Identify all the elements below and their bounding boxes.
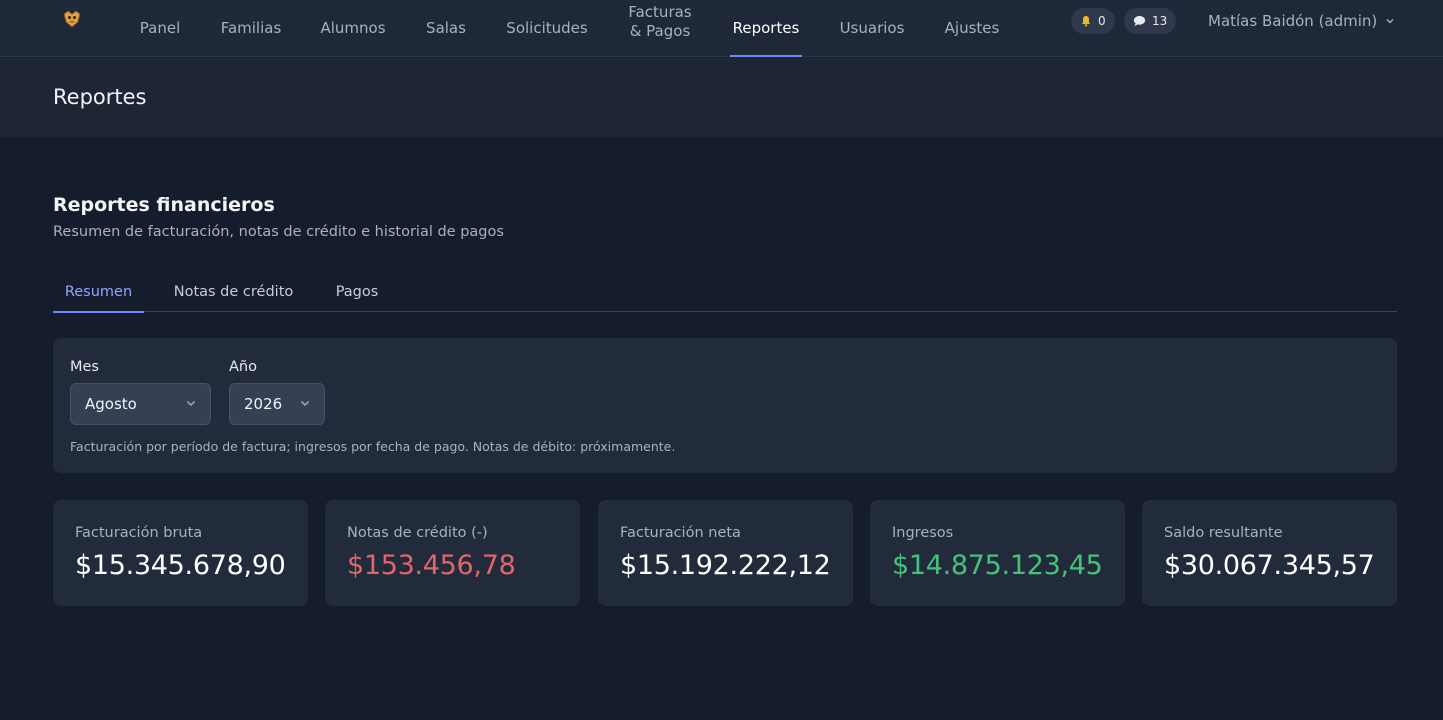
month-select[interactable]: Agosto — [70, 383, 211, 425]
stat-card-value: $14.875.123,45 — [892, 550, 1103, 581]
nav-item-familias[interactable]: Familias — [212, 0, 290, 57]
stat-card-notas-de-credito: Notas de crédito (-) $153.456,78 — [325, 500, 580, 606]
nav-item-label: Ajustes — [944, 19, 1000, 37]
nav-item-solicitudes[interactable]: Solicitudes — [497, 0, 597, 57]
stat-card-ingresos: Ingresos $14.875.123,45 — [870, 500, 1125, 606]
nav-item-panel[interactable]: Panel — [130, 0, 190, 57]
year-select[interactable]: 2026 — [229, 383, 325, 425]
stat-card-value: $15.345.678,90 — [75, 550, 286, 581]
stat-card-facturacion-neta: Facturación neta $15.192.222,12 — [598, 500, 853, 606]
stat-card-value: $30.067.345,57 — [1164, 550, 1375, 581]
chevron-down-icon — [299, 395, 311, 413]
nav-item-reportes[interactable]: Reportes — [730, 0, 802, 57]
tab-pagos[interactable]: Pagos — [325, 272, 389, 312]
tab-label: Resumen — [64, 284, 133, 300]
nav-item-label: Familias — [220, 19, 282, 37]
report-tabs: Resumen Notas de crédito Pagos — [53, 272, 1397, 313]
section-subtitle: Resumen de facturación, notas de crédito… — [53, 224, 504, 240]
nav-item-label: Reportes — [732, 19, 800, 37]
stat-card-label: Ingresos — [892, 525, 954, 541]
chat-bubble-icon — [1133, 15, 1146, 27]
nav-item-ajustes[interactable]: Ajustes — [935, 0, 1009, 57]
stat-card-facturacion-bruta: Facturación bruta $15.345.678,90 — [53, 500, 308, 606]
nav-item-label-line2: & Pagos — [629, 21, 691, 40]
tab-resumen[interactable]: Resumen — [53, 272, 144, 313]
nav-item-label: Salas — [426, 19, 466, 37]
nav-item-salas[interactable]: Salas — [418, 0, 474, 57]
app-logo-icon[interactable] — [60, 8, 84, 32]
messages-count: 13 — [1152, 14, 1168, 28]
nav-item-label: Panel — [139, 19, 181, 37]
nav-item-facturas-pagos[interactable]: Facturas & Pagos — [620, 0, 700, 57]
messages-button[interactable]: 13 — [1124, 8, 1177, 34]
stat-card-value: $153.456,78 — [347, 550, 516, 581]
user-name: Matías Baidón (admin) — [1208, 12, 1378, 30]
month-label: Mes — [70, 359, 99, 375]
notifications-button[interactable]: 0 — [1071, 8, 1115, 34]
notifications-count: 0 — [1098, 14, 1106, 28]
tab-notas-de-credito[interactable]: Notas de crédito — [163, 272, 304, 312]
nav-item-label: Alumnos — [320, 19, 386, 37]
page-title: Reportes — [53, 85, 147, 109]
nav-item-usuarios[interactable]: Usuarios — [832, 0, 912, 57]
top-navbar: Panel Familias Alumnos Salas Solicitudes… — [0, 0, 1443, 57]
stat-card-label: Notas de crédito (-) — [347, 525, 488, 541]
year-select-value: 2026 — [244, 395, 283, 413]
filter-panel: Mes Agosto Año 2026 Facturación por perí… — [53, 338, 1397, 473]
stat-card-value: $15.192.222,12 — [620, 550, 831, 581]
nav-item-label-line1: Facturas — [628, 2, 692, 21]
year-label: Año — [229, 359, 257, 375]
bell-icon — [1080, 15, 1092, 27]
stat-card-label: Facturación bruta — [75, 525, 203, 541]
tab-label: Pagos — [335, 284, 379, 300]
page-header: Reportes — [0, 57, 1443, 137]
tab-label: Notas de crédito — [173, 284, 294, 300]
chevron-down-icon — [1385, 12, 1395, 30]
stat-card-label: Saldo resultante — [1164, 525, 1283, 541]
stat-card-label: Facturación neta — [620, 525, 741, 541]
user-menu[interactable]: Matías Baidón (admin) — [1208, 8, 1395, 34]
stat-card-saldo-resultante: Saldo resultante $30.067.345,57 — [1142, 500, 1397, 606]
nav-item-alumnos[interactable]: Alumnos — [312, 0, 394, 57]
nav-item-label: Solicitudes — [506, 19, 588, 37]
filter-note: Facturación por período de factura; ingr… — [70, 439, 676, 454]
chevron-down-icon — [185, 395, 197, 413]
section-title: Reportes financieros — [53, 194, 275, 216]
nav-item-label: Usuarios — [839, 19, 905, 37]
month-select-value: Agosto — [85, 395, 137, 413]
